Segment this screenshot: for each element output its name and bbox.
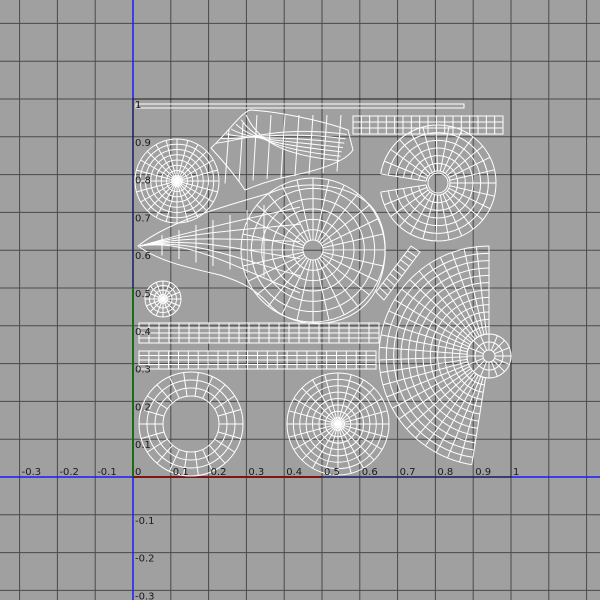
v-tick-label: 0.4: [135, 327, 151, 338]
v-tick-label: -0.1: [135, 516, 155, 527]
u-tick-label: 0.8: [437, 467, 453, 478]
v-tick-label: 1: [135, 100, 141, 111]
v-tick-label: 0.1: [135, 440, 151, 451]
u-tick-label: 0.5: [324, 467, 340, 478]
u-tick-label: 0.9: [475, 467, 491, 478]
v-tick-label: 0.6: [135, 251, 151, 262]
u-tick-label: 0.4: [286, 467, 302, 478]
u-tick-label: -0.2: [59, 467, 79, 478]
v-tick-label: 0.5: [135, 289, 151, 300]
u-tick-label: -0.1: [97, 467, 117, 478]
v-tick-label: 0.8: [135, 176, 151, 187]
v-tick-label: -0.3: [135, 591, 155, 600]
v-tick-label: -0.2: [135, 554, 155, 565]
v-tick-label: 0.3: [135, 365, 151, 376]
u-tick-label: -0.3: [22, 467, 42, 478]
u-tick-label: 0.7: [400, 467, 416, 478]
uv-editor-viewport[interactable]: -0.3 -0.2 -0.1 0 0.1 0.2 0.3 0.4 0.5 0.6 0.7 0.8 0.9…: [0, 0, 600, 600]
u-tick-label: 0.1: [173, 467, 189, 478]
v-tick-label: 0.7: [135, 213, 151, 224]
v-tick-label: 0.9: [135, 138, 151, 149]
u-tick-label: 0.2: [211, 467, 227, 478]
u-tick-label: 0: [135, 467, 141, 478]
large-disc-shell[interactable]: [286, 372, 390, 476]
v-tick-label: 0.2: [135, 402, 151, 413]
u-tick-label: 0.3: [248, 467, 264, 478]
u-tick-label: 0.6: [362, 467, 378, 478]
u-tick-label: 1: [513, 467, 519, 478]
